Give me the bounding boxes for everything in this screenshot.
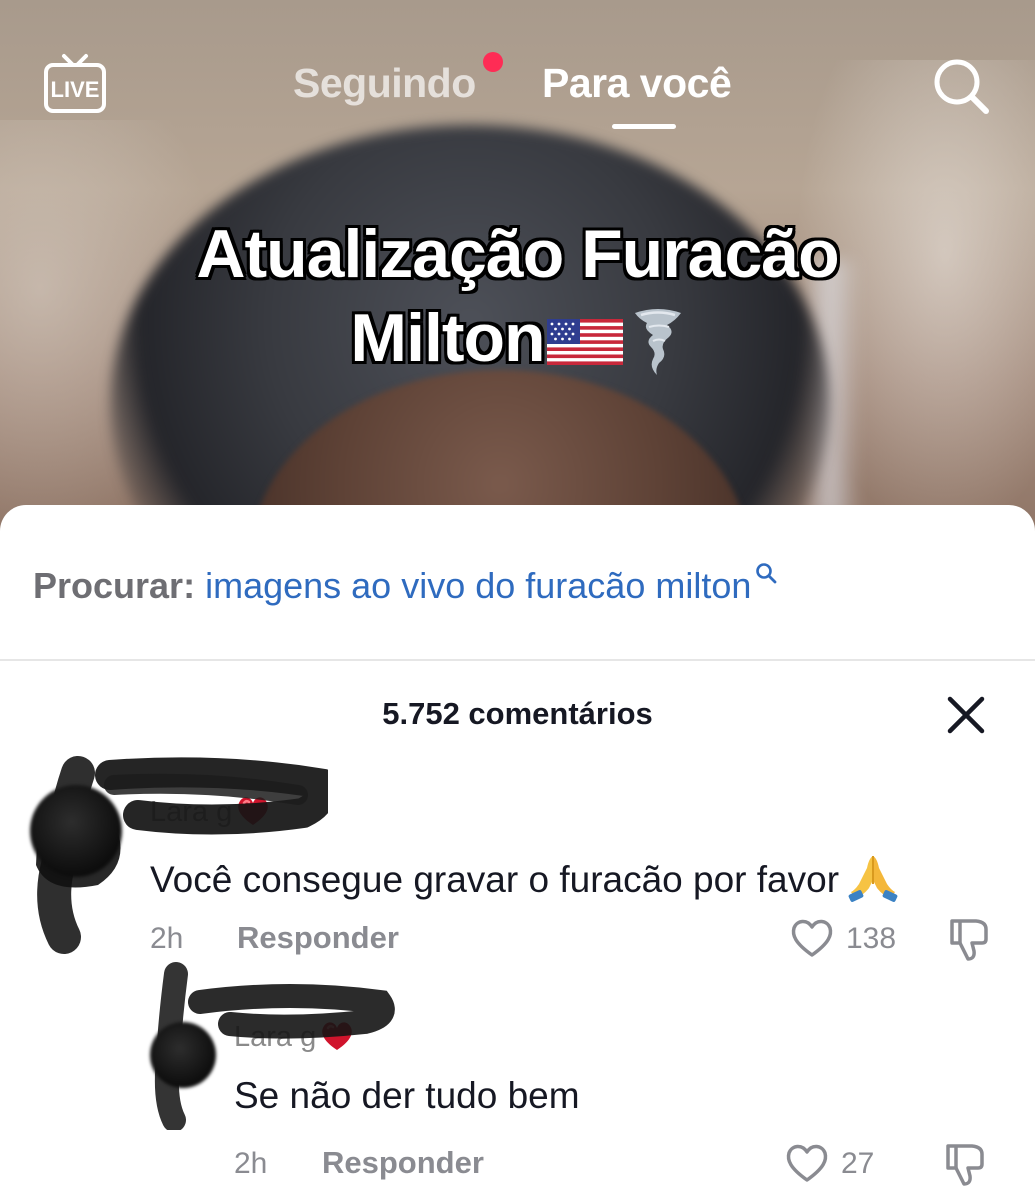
- folded-hands-icon: [848, 856, 898, 902]
- like-count: 138: [846, 922, 897, 955]
- search-query-link[interactable]: imagens ao vivo do furacão milton: [205, 565, 751, 606]
- tornado-icon: [634, 309, 681, 375]
- thumbs-down-icon[interactable]: [942, 1140, 988, 1186]
- tab-following[interactable]: Seguindo: [293, 60, 476, 107]
- avatar[interactable]: [150, 1022, 216, 1088]
- comment-time: 2h: [234, 1147, 268, 1180]
- comment-time: 2h: [150, 922, 184, 955]
- comment-count: 5.752 comentários: [382, 696, 653, 731]
- search-suggestion[interactable]: Procurar: imagens ao vivo do furacão mil…: [33, 562, 777, 607]
- divider: [0, 659, 1035, 661]
- thumbs-down-icon[interactable]: [946, 915, 992, 961]
- close-icon[interactable]: [945, 694, 987, 736]
- search-icon: [756, 563, 777, 584]
- search-icon[interactable]: [930, 55, 992, 117]
- reply-button[interactable]: Responder: [322, 1145, 484, 1181]
- live-tv-icon[interactable]: LIVE: [42, 50, 108, 116]
- video-caption: Atualização Furacão Milton: [120, 212, 915, 380]
- us-flag-icon: [546, 319, 623, 365]
- comment-text: Se não der tudo bem: [234, 1075, 580, 1116]
- avatar[interactable]: [30, 785, 122, 877]
- notification-dot: [483, 52, 503, 72]
- caption-word: Milton: [350, 300, 545, 376]
- reply-button[interactable]: Responder: [237, 920, 399, 956]
- search-prefix: Procurar:: [33, 565, 196, 606]
- heart-icon[interactable]: [784, 1142, 830, 1184]
- caption-line-2: Milton: [120, 296, 915, 380]
- comment-body: Você consegue gravar o furacão por favor: [150, 859, 840, 900]
- caption-line-1: Atualização Furacão: [196, 216, 839, 292]
- active-tab-indicator: [612, 124, 676, 129]
- tab-for-you[interactable]: Para você: [542, 60, 732, 107]
- comment-text: Você consegue gravar o furacão por favor: [150, 850, 899, 902]
- heart-icon[interactable]: [789, 917, 835, 959]
- like-count: 27: [841, 1147, 875, 1180]
- live-label: LIVE: [51, 77, 100, 102]
